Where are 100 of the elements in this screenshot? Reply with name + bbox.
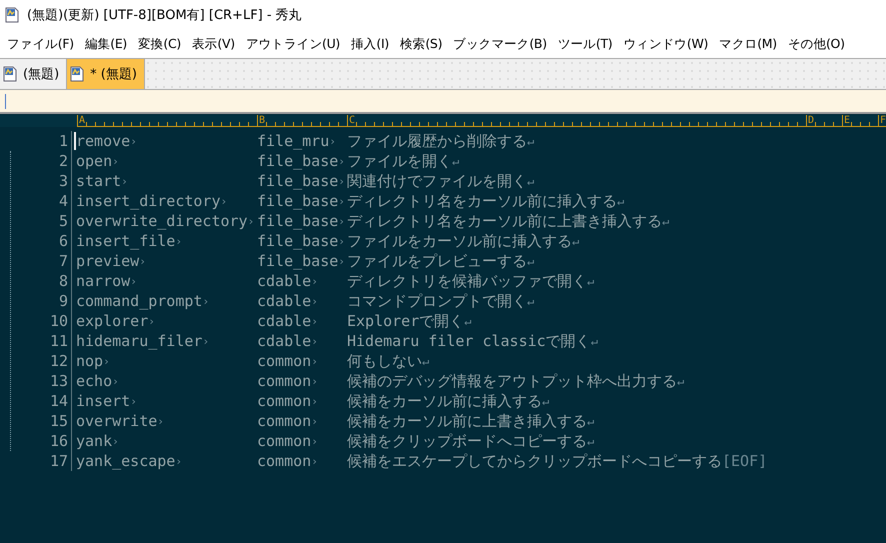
- description-text: コマンドプロンプトで開く: [347, 292, 527, 310]
- source-name: file_mru: [257, 132, 330, 150]
- ruler-mark: B: [257, 115, 266, 126]
- newline-mark: ↵: [527, 174, 534, 188]
- tab-mark: ›: [248, 214, 254, 228]
- source-name: cdable: [257, 272, 312, 290]
- menu-item[interactable]: 表示(V): [186, 36, 240, 52]
- menu-item[interactable]: 編集(E): [80, 36, 132, 52]
- tab-mark: ›: [103, 354, 110, 368]
- command-name: open: [76, 152, 112, 170]
- line-number: 3: [11, 171, 72, 191]
- menu-item[interactable]: マクロ(M): [714, 36, 782, 52]
- tab-mark: ›: [338, 234, 345, 248]
- description-text: 候補をカーソル前に上書き挿入する: [347, 412, 587, 430]
- command-name: nop: [76, 352, 104, 370]
- newline-mark: ↵: [464, 314, 472, 328]
- tab-mark: ›: [220, 194, 228, 208]
- menu-item[interactable]: ツール(T): [552, 36, 618, 52]
- command-name: yank_escape: [76, 452, 176, 470]
- description-text: 候補をクリップボードへコピーする: [347, 432, 587, 450]
- tab-mark: ›: [311, 414, 318, 428]
- source-name: common: [257, 452, 312, 470]
- document-icon: [3, 66, 17, 82]
- description-text: ディレクトリを候補バッファで開く: [347, 272, 587, 290]
- newline-mark: ↵: [527, 134, 534, 148]
- source-name: file_base: [257, 172, 338, 190]
- tab-mark: ›: [338, 254, 345, 268]
- menu-item[interactable]: 変換(C): [133, 36, 186, 52]
- menu-item[interactable]: ファイル(F): [2, 36, 79, 52]
- menu-item[interactable]: 検索(S): [394, 36, 448, 52]
- description-text: 候補をカーソル前に挿入する: [347, 392, 542, 410]
- tab-mark: ›: [338, 154, 345, 168]
- tab-mark: ›: [157, 414, 164, 428]
- line-number: 7: [11, 251, 72, 271]
- eof-mark: [EOF]: [722, 452, 768, 470]
- description-text: ファイルを開く: [347, 152, 452, 170]
- command-name: preview: [76, 252, 140, 270]
- line-number: 6: [11, 231, 72, 251]
- tab-mark: ›: [311, 314, 318, 328]
- tab-mark: ›: [311, 354, 318, 368]
- line-number: 15: [11, 411, 72, 431]
- menu-item[interactable]: 挿入(I): [346, 36, 394, 52]
- ruler-mark: F: [878, 115, 886, 126]
- tab-mark: ›: [202, 334, 210, 348]
- menu-item[interactable]: ウィンドウ(W): [618, 36, 714, 52]
- menu-item[interactable]: ブックマーク(B): [448, 36, 552, 52]
- tab-mark: ›: [130, 134, 137, 148]
- command-name: overwrite: [76, 412, 158, 430]
- tab-mark: ›: [311, 374, 318, 388]
- tab-mark: ›: [112, 434, 119, 448]
- tab-mark: ›: [338, 214, 345, 228]
- source-name: common: [257, 352, 312, 370]
- description-text: ファイル履歴から削除する: [347, 132, 527, 150]
- newline-mark: ↵: [452, 154, 460, 168]
- description-text: ディレクトリ名をカーソル前に上書き挿入する: [347, 212, 662, 230]
- document-icon: [70, 66, 84, 82]
- tab-mark: ›: [311, 394, 318, 408]
- source-name: common: [257, 432, 312, 450]
- tab-mark: ›: [112, 154, 119, 168]
- description-text: Hidemaru filer classicで開く: [347, 332, 591, 350]
- newline-mark: ↵: [587, 414, 594, 428]
- menu-item[interactable]: その他(O): [782, 36, 850, 52]
- tab-mark: ›: [311, 454, 318, 468]
- newline-mark: ↵: [422, 354, 430, 368]
- source-name: cdable: [257, 332, 312, 350]
- document-tab[interactable]: * (無題): [67, 59, 145, 89]
- description-text: 候補をエスケープしてからクリップボードへコピーする: [347, 452, 722, 470]
- description-text: ディレクトリ名をカーソル前に挿入する: [347, 192, 617, 210]
- source-name: cdable: [257, 312, 312, 330]
- command-name: insert_directory: [76, 192, 220, 210]
- tab-mark: ›: [148, 314, 155, 328]
- tab-mark: ›: [121, 174, 128, 188]
- document-tab[interactable]: (無題): [0, 59, 68, 89]
- menu-item[interactable]: アウトライン(U): [240, 36, 345, 52]
- line-number: 13: [11, 371, 72, 391]
- description-text: 関連付けでファイルを開く: [347, 172, 527, 190]
- tab-mark: ›: [112, 374, 119, 388]
- line-number: 17: [11, 451, 72, 471]
- command-name: yank: [76, 432, 112, 450]
- newline-mark: ↵: [527, 294, 534, 308]
- source-name: file_base: [257, 192, 338, 210]
- line-number: 4: [11, 191, 72, 211]
- tab-mark: ›: [338, 174, 345, 188]
- source-name: common: [257, 412, 312, 430]
- line-number: 12: [11, 351, 72, 371]
- text-caret: [5, 94, 6, 108]
- line-number: 10: [11, 311, 72, 331]
- source-name: file_base: [257, 232, 338, 250]
- tab-mark: ›: [139, 254, 146, 268]
- command-name: overwrite_directory: [76, 212, 248, 230]
- command-name: insert_file: [76, 232, 176, 250]
- description-text: ファイルをカーソル前に挿入する: [347, 232, 572, 250]
- command-name: start: [76, 172, 122, 190]
- line-number: 2: [11, 151, 72, 171]
- newline-mark: ↵: [590, 334, 598, 348]
- tab-mark: ›: [130, 274, 137, 288]
- line-number: 5: [11, 211, 72, 231]
- command-name: hidemaru_filer: [76, 332, 202, 350]
- newline-mark: ↵: [617, 194, 624, 208]
- tab-mark: ›: [311, 334, 318, 348]
